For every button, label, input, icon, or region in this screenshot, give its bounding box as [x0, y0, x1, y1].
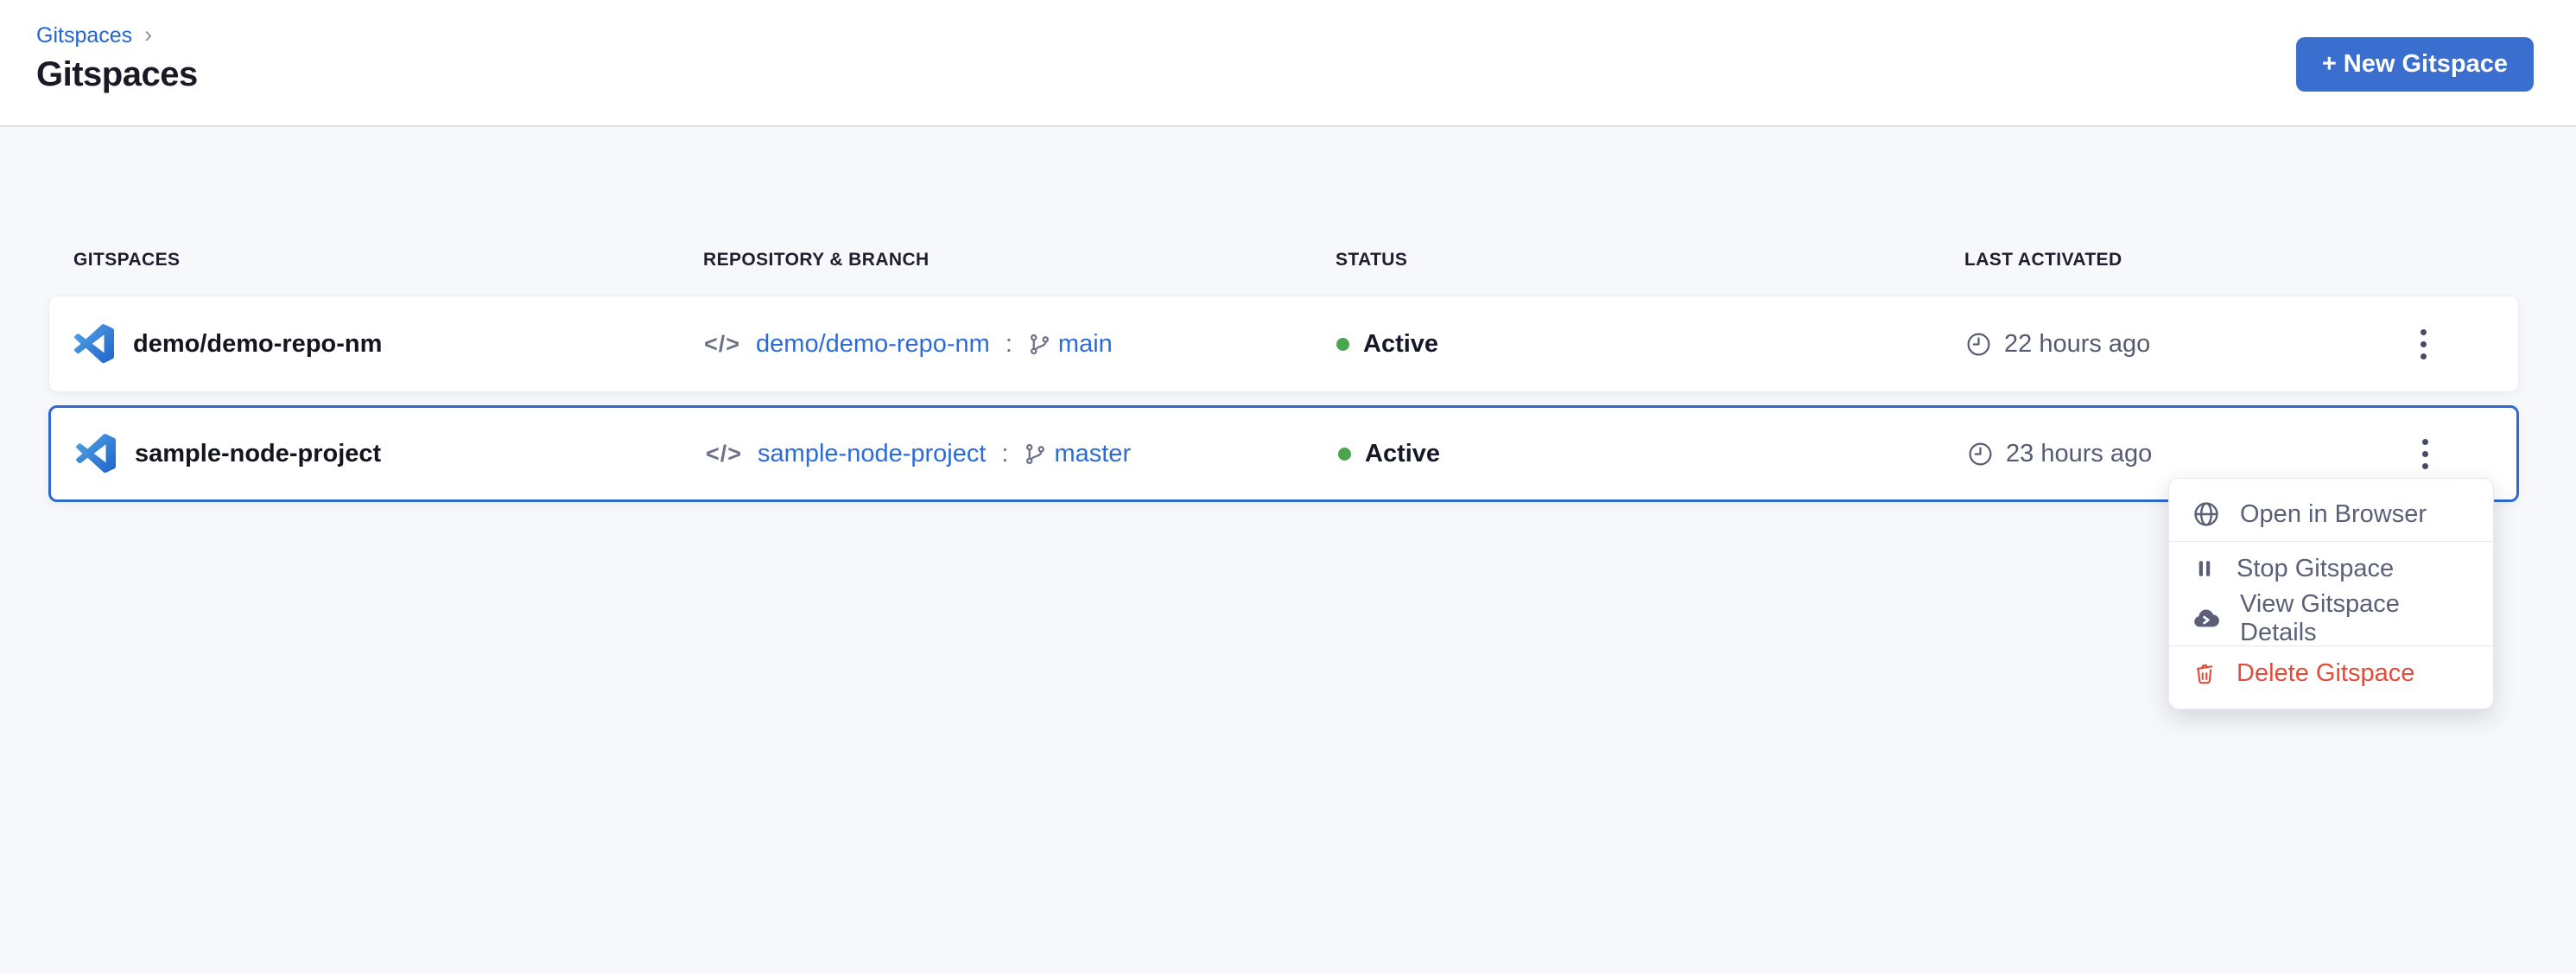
code-icon: </>: [704, 331, 740, 358]
last-activated-cell: 23 hours ago: [1967, 440, 2404, 468]
breadcrumb-link-gitspaces[interactable]: Gitspaces: [36, 23, 132, 48]
status-cell: Active: [1338, 440, 1967, 468]
repository-branch-cell: </> demo/demo-repo-nm : main: [704, 330, 1336, 359]
last-activated-text: 23 hours ago: [2006, 440, 2152, 468]
gitspace-name-cell: sample-node-project: [51, 434, 706, 474]
column-header-last-activated: LAST ACTIVATED: [1964, 250, 2402, 270]
git-branch-icon: [1024, 442, 1047, 466]
repository-branch-cell: </> sample-node-project : master: [706, 440, 1338, 468]
status-cell: Active: [1336, 330, 1965, 359]
gitspace-name: demo/demo-repo-nm: [133, 330, 382, 359]
clock-icon: [1967, 441, 1994, 467]
git-branch-icon: [1028, 333, 1051, 356]
column-header-status: STATUS: [1336, 250, 1964, 270]
page-title: Gitspaces: [36, 55, 198, 94]
breadcrumb: Gitspaces ›: [36, 22, 152, 49]
repository-link[interactable]: demo/demo-repo-nm: [756, 330, 990, 359]
table-row[interactable]: sample-node-project </> sample-node-proj…: [48, 405, 2519, 502]
menu-item-delete-gitspace[interactable]: Delete Gitspace: [2169, 648, 2493, 698]
vscode-icon: [76, 434, 116, 474]
row-menu-kebab-icon[interactable]: [2404, 433, 2446, 474]
vscode-icon: [74, 324, 114, 364]
menu-divider: [2169, 541, 2493, 542]
menu-item-stop-gitspace[interactable]: Stop Gitspace: [2169, 544, 2493, 594]
page-header: Gitspaces › Gitspaces + New Gitspace: [0, 0, 2576, 127]
branch-link[interactable]: main: [1058, 330, 1113, 359]
row-menu-kebab-icon[interactable]: [2402, 323, 2444, 365]
last-activated-text: 22 hours ago: [2004, 330, 2150, 359]
table-header-row: GITSPACES REPOSITORY & BRANCH STATUS LAS…: [48, 250, 2519, 270]
gitspace-name-cell: demo/demo-repo-nm: [49, 324, 704, 364]
colon-separator: :: [1001, 440, 1008, 468]
menu-item-view-gitspace-details[interactable]: View Gitspace Details: [2169, 594, 2493, 644]
gitspace-name: sample-node-project: [135, 440, 381, 468]
pause-icon: [2192, 556, 2218, 582]
menu-item-label: Stop Gitspace: [2237, 555, 2394, 583]
menu-item-label: Open in Browser: [2240, 500, 2427, 529]
menu-item-open-in-browser[interactable]: Open in Browser: [2169, 489, 2493, 539]
status-active-dot: [1336, 338, 1349, 351]
column-header-repository-branch: REPOSITORY & BRANCH: [703, 250, 1336, 270]
last-activated-cell: 22 hours ago: [1965, 330, 2402, 359]
colon-separator: :: [1006, 330, 1012, 359]
new-gitspace-button[interactable]: + New Gitspace: [2296, 37, 2534, 92]
clock-icon: [1965, 331, 1992, 358]
breadcrumb-chevron-icon: ›: [144, 22, 152, 48]
menu-item-label: Delete Gitspace: [2237, 659, 2414, 688]
trash-icon: [2192, 660, 2218, 686]
status-active-dot: [1338, 448, 1351, 461]
branch-link[interactable]: master: [1054, 440, 1131, 468]
code-icon: </>: [706, 441, 742, 467]
cloud-details-icon: [2192, 604, 2221, 633]
repository-link[interactable]: sample-node-project: [758, 440, 986, 468]
status-label: Active: [1363, 330, 1438, 359]
menu-item-label: View Gitspace Details: [2240, 590, 2471, 647]
status-label: Active: [1365, 440, 1440, 468]
column-header-gitspaces: GITSPACES: [48, 250, 703, 270]
globe-icon: [2192, 499, 2221, 529]
row-context-menu: Open in Browser Stop Gitspace View Gitsp…: [2168, 478, 2494, 709]
table-row[interactable]: demo/demo-repo-nm </> demo/demo-repo-nm …: [48, 296, 2519, 392]
